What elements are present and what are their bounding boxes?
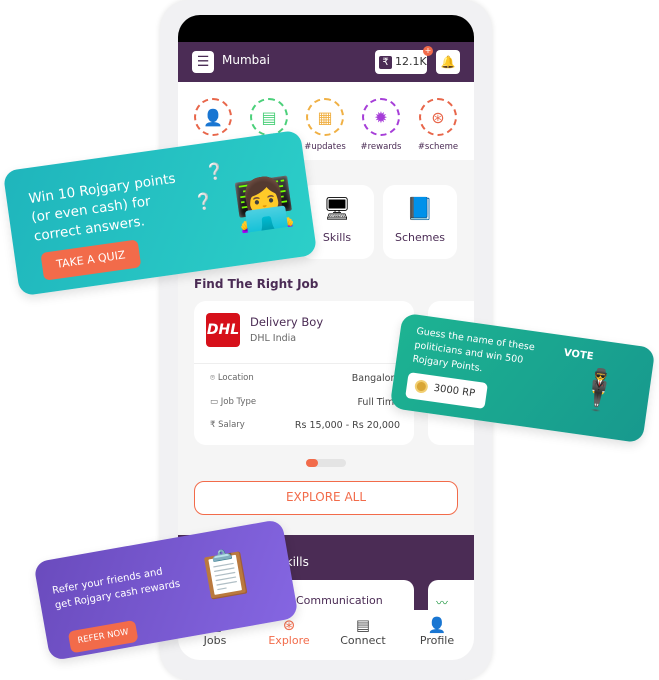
- city-selector[interactable]: Mumbai: [222, 53, 270, 67]
- menu-icon[interactable]: ☰: [192, 51, 214, 73]
- points-button[interactable]: ₹12.1K: [375, 50, 427, 74]
- category-item[interactable]: ▦ #updates: [304, 98, 346, 152]
- points-reward[interactable]: 3000 RP: [405, 372, 488, 409]
- tile-schemes[interactable]: 📘 Schemes: [383, 185, 457, 259]
- job-row-location: ⌾ Location Bangalore: [210, 373, 400, 384]
- explore-all-button[interactable]: EXPLORE ALL: [194, 481, 458, 515]
- company-logo: DHL: [206, 313, 240, 347]
- category-item[interactable]: 👤: [193, 98, 233, 142]
- job-row-salary: ₹ Salary Rs 15,000 - Rs 20,000: [210, 420, 400, 431]
- news-icon: ▦: [306, 98, 344, 136]
- promo-text: Win 10 Rojgary points (or even cash) for…: [27, 170, 177, 245]
- take-quiz-button[interactable]: TAKE A QUIZ: [40, 239, 142, 281]
- app-header: ☰ Mumbai ₹12.1K + 🔔: [178, 42, 474, 82]
- nav-connect[interactable]: ▤ Connect: [326, 610, 400, 660]
- job-company: DHL India: [250, 333, 297, 344]
- question-bubble-icon: ❔: [192, 190, 215, 213]
- scheme-icon: ⊛: [419, 98, 457, 136]
- divider: [194, 363, 414, 364]
- coin-icon: [414, 378, 429, 394]
- bell-icon[interactable]: 🔔: [436, 50, 460, 74]
- politician-illustration: 🕴: [571, 364, 627, 417]
- points-badge: +: [423, 46, 433, 56]
- folder-icon: 📘: [406, 197, 434, 222]
- nav-profile[interactable]: 👤 Profile: [400, 610, 474, 660]
- rupee-icon: ₹: [210, 420, 219, 430]
- points-value: 12.1K: [395, 55, 427, 68]
- documents-icon: ▤: [250, 98, 288, 136]
- refer-now-button[interactable]: REFER NOW: [67, 619, 139, 654]
- question-bubble-icon: ❔: [203, 160, 226, 183]
- job-title: Delivery Boy: [250, 315, 324, 329]
- carousel-indicator: [306, 459, 346, 467]
- pulse-icon: 〰: [436, 596, 449, 610]
- woman-laptop-illustration: 👩‍💻: [231, 172, 299, 237]
- category-item[interactable]: ⊛ #scheme: [418, 98, 458, 152]
- job-row-type: ▭ Job Type Full Time: [210, 397, 400, 408]
- promo-text: Refer your friends and get Rojgary cash …: [51, 566, 181, 612]
- badge-icon: ✹: [362, 98, 400, 136]
- section-title: Find The Right Job: [194, 277, 319, 291]
- referral-illustration: 📋: [194, 544, 257, 604]
- vote-illustration-label: VOTE: [563, 347, 595, 363]
- status-bar: [178, 15, 474, 42]
- location-pin-icon: ⌾: [210, 373, 218, 383]
- profile-icon: 👤: [427, 616, 447, 634]
- person-laptop-icon: 👤: [194, 98, 232, 136]
- chat-icon: ▤: [355, 616, 371, 634]
- category-item[interactable]: ✹ #rewards: [361, 98, 402, 152]
- rupee-icon: ₹: [379, 56, 392, 69]
- job-card[interactable]: DHL Delivery Boy DHL India ⌾ Location Ban…: [194, 301, 414, 445]
- briefcase-icon: ▭: [210, 397, 221, 407]
